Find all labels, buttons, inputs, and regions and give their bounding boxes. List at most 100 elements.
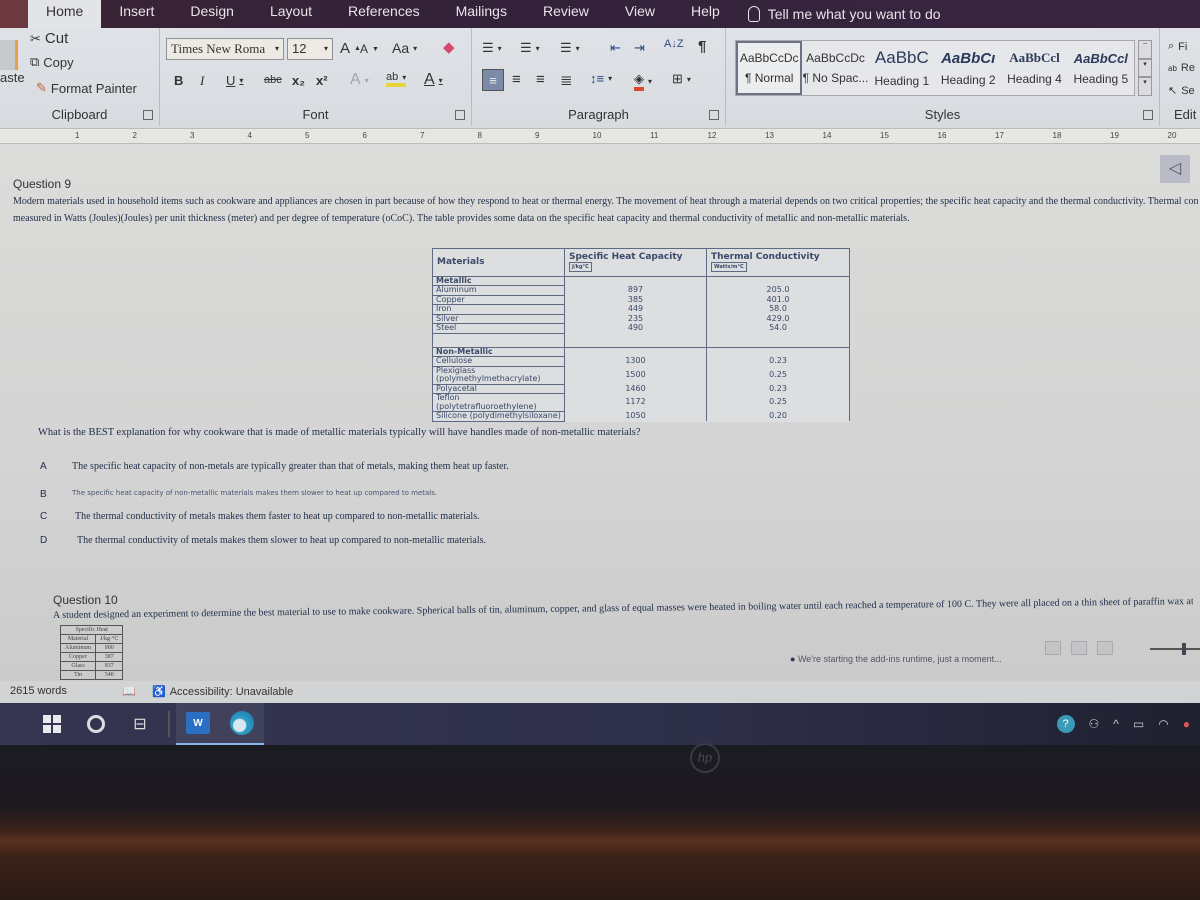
windows-logo-icon [43, 715, 61, 733]
align-center-button[interactable]: ≡ [512, 71, 521, 88]
font-launcher-icon[interactable] [455, 110, 465, 120]
conductivity-cell: 0.25 [706, 366, 850, 384]
hp-logo: hp [690, 743, 720, 773]
numbering-button[interactable]: ☰ ▾ [520, 40, 540, 56]
wifi-icon[interactable]: ◠ [1158, 717, 1168, 731]
help-icon[interactable]: ? [1056, 715, 1075, 733]
ruler-number: 8 [477, 131, 482, 140]
multilevel-list-button[interactable]: ☰ ▾ [560, 40, 580, 56]
taskbar-edge[interactable] [220, 703, 264, 745]
subscript-button[interactable]: x₂ [292, 73, 305, 88]
status-bar: ● We're starting the add-ins runtime, ju… [0, 641, 1200, 703]
web-layout-button[interactable] [1097, 641, 1113, 655]
cut-button[interactable]: ✂ Cut [30, 30, 68, 47]
find-button[interactable]: ⌕ Fi [1168, 40, 1187, 53]
table-row: Polyacetal 1460 0.23 [432, 384, 850, 394]
font-size-dropdown[interactable]: 12 ▾ [287, 38, 333, 60]
horizontal-ruler[interactable]: 1 2 3 4 5 6 7 8 9 10 11 12 13 14 15 16 17 18 19 20 [0, 128, 1200, 144]
scroll-down-button[interactable]: ▾ [1138, 58, 1152, 78]
justify-button[interactable]: ≣ [560, 71, 573, 89]
style-heading-4[interactable]: AaBbCcl Heading 4 [1001, 41, 1067, 95]
font-name-dropdown[interactable]: Times New Roma ▾ [166, 38, 284, 60]
underline-button[interactable]: U ▾ [226, 73, 243, 88]
change-case-button[interactable]: Aa ▾ [392, 40, 417, 56]
show-formatting-button[interactable]: ¶ [698, 38, 706, 55]
windows-taskbar: ⊟ W ? ⚇ ^ ▭ ◠ ● [0, 703, 1200, 745]
shrink-font-button[interactable]: A ▼ [360, 42, 379, 56]
battery-icon[interactable]: ▭ [1133, 717, 1144, 731]
chevron-up-icon[interactable]: ^ [1113, 717, 1119, 731]
proofing-icon[interactable]: 📖 [122, 685, 136, 698]
format-painter-button[interactable]: ✎ Format Painter [36, 80, 137, 96]
sort-button[interactable]: A↓Z [664, 38, 684, 50]
editing-group: ⌕ Fi ab Re ↖ Se Edit [1160, 28, 1200, 126]
collapse-ribbon-button[interactable]: ◁ [1160, 155, 1190, 183]
tab-mailings[interactable]: Mailings [438, 0, 525, 28]
tell-me-search[interactable]: Tell me what you want to do [747, 6, 941, 22]
paste-icon[interactable] [0, 40, 18, 70]
grow-font-button[interactable]: A ▲ [340, 40, 361, 57]
tab-home[interactable]: Home [28, 0, 102, 28]
read-mode-button[interactable] [1045, 641, 1061, 655]
task-view-icon: ⊟ [133, 716, 147, 733]
paragraph-launcher-icon[interactable] [709, 110, 719, 120]
laptop-bezel: hp [0, 743, 1200, 900]
zoom-slider-thumb[interactable] [1182, 643, 1186, 655]
start-button[interactable] [30, 703, 74, 745]
word-count[interactable]: 2615 words [10, 685, 67, 697]
borders-button[interactable]: ⊞ ▾ [672, 71, 691, 87]
tab-view[interactable]: View [607, 0, 673, 28]
decrease-indent-button[interactable]: ⇤ [610, 40, 621, 56]
style-heading-2[interactable]: AaBbCı Heading 2 [935, 41, 1001, 95]
style-normal[interactable]: AaBbCcDc ¶ Normal [736, 41, 803, 95]
tab-layout[interactable]: Layout [252, 0, 330, 28]
volume-icon[interactable]: ● [1183, 717, 1190, 731]
cortana-button[interactable] [74, 703, 118, 745]
zoom-slider[interactable] [1150, 643, 1200, 655]
styles-launcher-icon[interactable] [1143, 110, 1153, 120]
accessibility-status[interactable]: ♿ Accessibility: Unavailable [152, 685, 293, 699]
pilcrow-icon: ¶ [698, 38, 707, 55]
align-left-button[interactable]: ≡ [482, 69, 504, 91]
tab-review[interactable]: Review [525, 0, 607, 28]
header-materials: Materials [432, 248, 565, 277]
people-icon[interactable]: ⚇ [1089, 717, 1100, 731]
scroll-up-button[interactable]: − [1138, 40, 1152, 59]
highlight-button[interactable]: ab ▾ [386, 71, 407, 87]
strikethrough-button[interactable]: abc [264, 74, 282, 86]
align-right-button[interactable]: ≡ [536, 71, 545, 88]
copy-button[interactable]: ⧉ Copy [30, 54, 74, 70]
select-button[interactable]: ↖ Se [1168, 84, 1195, 98]
bold-button[interactable]: B [174, 73, 183, 88]
superscript-button[interactable]: x² [316, 73, 328, 88]
taskbar-word[interactable]: W [176, 703, 220, 745]
print-layout-button[interactable] [1071, 641, 1087, 655]
font-color-button[interactable]: A ▾ [424, 71, 443, 89]
shading-button[interactable]: ◈ ▾ [634, 71, 652, 91]
paste-button[interactable]: aste [0, 70, 25, 85]
gallery-more-button[interactable]: ▾ [1138, 77, 1152, 97]
option-c[interactable]: C The thermal conductivity of metals mak… [40, 511, 480, 522]
tab-help[interactable]: Help [673, 0, 738, 28]
style-no-spacing[interactable]: AaBbCcDc ¶ No Spac... [802, 41, 869, 95]
ruler-number: 20 [1167, 131, 1177, 140]
italic-button[interactable]: I [200, 73, 204, 89]
task-view-button[interactable]: ⊟ [118, 703, 162, 745]
clear-formatting-button[interactable]: ◆ [443, 38, 455, 56]
document-page[interactable]: ◁ Question 9 Modern materials used in ho… [0, 145, 1200, 681]
tab-references[interactable]: References [330, 0, 438, 28]
option-d[interactable]: D The thermal conductivity of metals mak… [40, 535, 486, 546]
file-tab[interactable] [0, 0, 28, 28]
tab-design[interactable]: Design [172, 0, 252, 28]
replace-button[interactable]: ab Re [1168, 62, 1195, 74]
clipboard-launcher-icon[interactable] [143, 110, 153, 120]
option-a[interactable]: A The specific heat capacity of non-meta… [40, 461, 509, 472]
line-spacing-button[interactable]: ↕≡ ▾ [590, 71, 612, 86]
text-effects-button[interactable]: A ▾ [350, 71, 369, 89]
increase-indent-button[interactable]: ⇥ [634, 40, 645, 56]
bullets-button[interactable]: ☰ ▾ [482, 40, 502, 56]
tab-insert[interactable]: Insert [101, 0, 172, 28]
style-heading-5[interactable]: AaBbCcl Heading 5 [1068, 41, 1134, 95]
style-heading-1[interactable]: AaBbC Heading 1 [869, 41, 935, 95]
option-b[interactable]: B The specific heat capacity of non-meta… [40, 489, 437, 500]
